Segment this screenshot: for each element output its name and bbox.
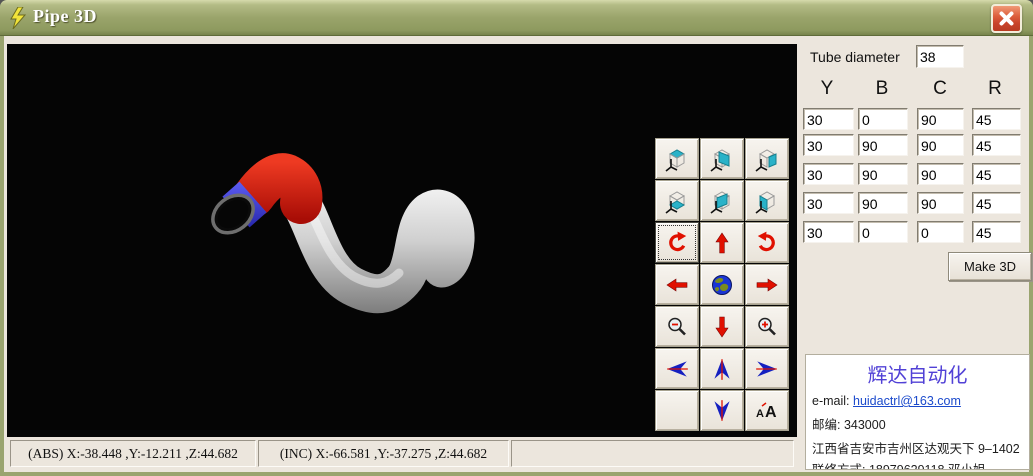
tube-diameter-label: Tube diameter — [810, 49, 900, 65]
blue-dart-down-icon — [709, 398, 735, 424]
pan-right-button[interactable] — [745, 348, 789, 389]
cube-left-face-icon — [752, 187, 782, 215]
red-left-arrow-icon — [665, 273, 689, 297]
blue-dart-right-icon — [754, 356, 780, 382]
company-name: 辉达自动化 — [812, 359, 1023, 388]
status-empty-panel — [511, 440, 794, 467]
email-link[interactable]: huidactrl@163.com — [853, 394, 961, 408]
zoom-in-button[interactable] — [745, 306, 789, 347]
make-3d-button[interactable]: Make 3D — [948, 252, 1032, 281]
cell-r1-b[interactable] — [858, 134, 908, 156]
red-right-arrow-icon — [755, 273, 779, 297]
cell-r4-r[interactable] — [972, 221, 1021, 243]
cell-r3-y[interactable] — [803, 192, 854, 214]
rotate-ccw-icon — [664, 230, 690, 256]
move-up-button[interactable] — [700, 222, 744, 263]
view-top-button[interactable] — [655, 138, 699, 179]
postal-code: 邮编: 343000 — [812, 414, 1023, 433]
cell-r1-c[interactable] — [917, 134, 964, 156]
font-aa-icon: A A — [754, 399, 780, 423]
globe-icon — [710, 273, 734, 297]
cell-r4-y[interactable] — [803, 221, 854, 243]
client-area: A A Tube diameter Y B C R — [4, 36, 1029, 472]
font-size-button[interactable]: A A — [745, 390, 789, 431]
move-left-button[interactable] — [655, 264, 699, 305]
reset-view-button[interactable] — [700, 264, 744, 305]
pan-left-button[interactable] — [655, 348, 699, 389]
column-header-r: R — [970, 78, 1020, 100]
cell-r0-c[interactable] — [917, 108, 964, 130]
close-icon — [998, 10, 1015, 27]
cell-r1-r[interactable] — [972, 134, 1021, 156]
cell-r2-b[interactable] — [858, 163, 908, 185]
view-back-button[interactable] — [700, 180, 744, 221]
red-down-arrow-icon — [710, 315, 734, 339]
rotate-ccw-button[interactable] — [655, 222, 699, 263]
app-window: Pipe 3D — [0, 0, 1033, 476]
cube-back-face-icon — [707, 187, 737, 215]
cell-r0-b[interactable] — [858, 108, 908, 130]
zoom-out-button[interactable] — [655, 306, 699, 347]
phone-line: 联络方式: 18979629118 邓小姐 — [812, 459, 1023, 470]
email-label: e-mail: — [812, 394, 850, 408]
blue-dart-left-icon — [664, 356, 690, 382]
cell-r1-y[interactable] — [803, 134, 854, 156]
cell-r0-r[interactable] — [972, 108, 1021, 130]
cell-r3-c[interactable] — [917, 192, 964, 214]
titlebar[interactable]: Pipe 3D — [0, 0, 1033, 36]
column-header-b: B — [857, 78, 907, 100]
abs-coordinates: (ABS) X:-38.448 ,Y:-12.211 ,Z:44.682 — [10, 440, 256, 467]
lightning-app-icon — [9, 7, 29, 29]
view-left-button[interactable] — [745, 180, 789, 221]
pan-down-button[interactable] — [700, 390, 744, 431]
cell-r3-r[interactable] — [972, 192, 1021, 214]
cube-right-face-icon — [752, 145, 782, 173]
cell-r2-c[interactable] — [917, 163, 964, 185]
view-right-button[interactable] — [745, 138, 789, 179]
cube-front-face-icon — [707, 145, 737, 173]
cell-r2-r[interactable] — [972, 163, 1021, 185]
status-bar: (ABS) X:-38.448 ,Y:-12.211 ,Z:44.682 (IN… — [4, 440, 798, 468]
magnifier-minus-icon — [665, 315, 689, 339]
view-toolbar: A A — [655, 138, 791, 435]
move-right-button[interactable] — [745, 264, 789, 305]
column-header-y: Y — [802, 78, 852, 100]
window-title: Pipe 3D — [33, 6, 97, 27]
move-down-button[interactable] — [700, 306, 744, 347]
close-button[interactable] — [991, 4, 1022, 33]
cube-top-face-icon — [662, 145, 692, 173]
cell-r4-c[interactable] — [917, 221, 964, 243]
cell-r4-b[interactable] — [858, 221, 908, 243]
view-front-button[interactable] — [700, 138, 744, 179]
pan-up-button[interactable] — [700, 348, 744, 389]
rotate-cw-button[interactable] — [745, 222, 789, 263]
svg-text:A: A — [756, 408, 764, 420]
column-header-c: C — [915, 78, 965, 100]
cell-r2-y[interactable] — [803, 163, 854, 185]
cube-bottom-face-icon — [662, 187, 692, 215]
cell-r0-y[interactable] — [803, 108, 854, 130]
magnifier-plus-icon — [755, 315, 779, 339]
address-line: 江西省吉安市吉州区达观天下 9–1402 — [812, 441, 1023, 457]
inc-coordinates: (INC) X:-66.581 ,Y:-37.275 ,Z:44.682 — [258, 440, 509, 467]
blank-button[interactable] — [655, 390, 699, 431]
blue-dart-up-icon — [709, 356, 735, 382]
contact-panel: 辉达自动化 e-mail: huidactrl@163.com 邮编: 3430… — [805, 354, 1030, 470]
view-bottom-button[interactable] — [655, 180, 699, 221]
red-up-arrow-icon — [710, 231, 734, 255]
rotate-cw-icon — [754, 230, 780, 256]
cell-r3-b[interactable] — [858, 192, 908, 214]
tube-diameter-input[interactable] — [916, 45, 964, 68]
svg-text:A: A — [765, 404, 777, 421]
